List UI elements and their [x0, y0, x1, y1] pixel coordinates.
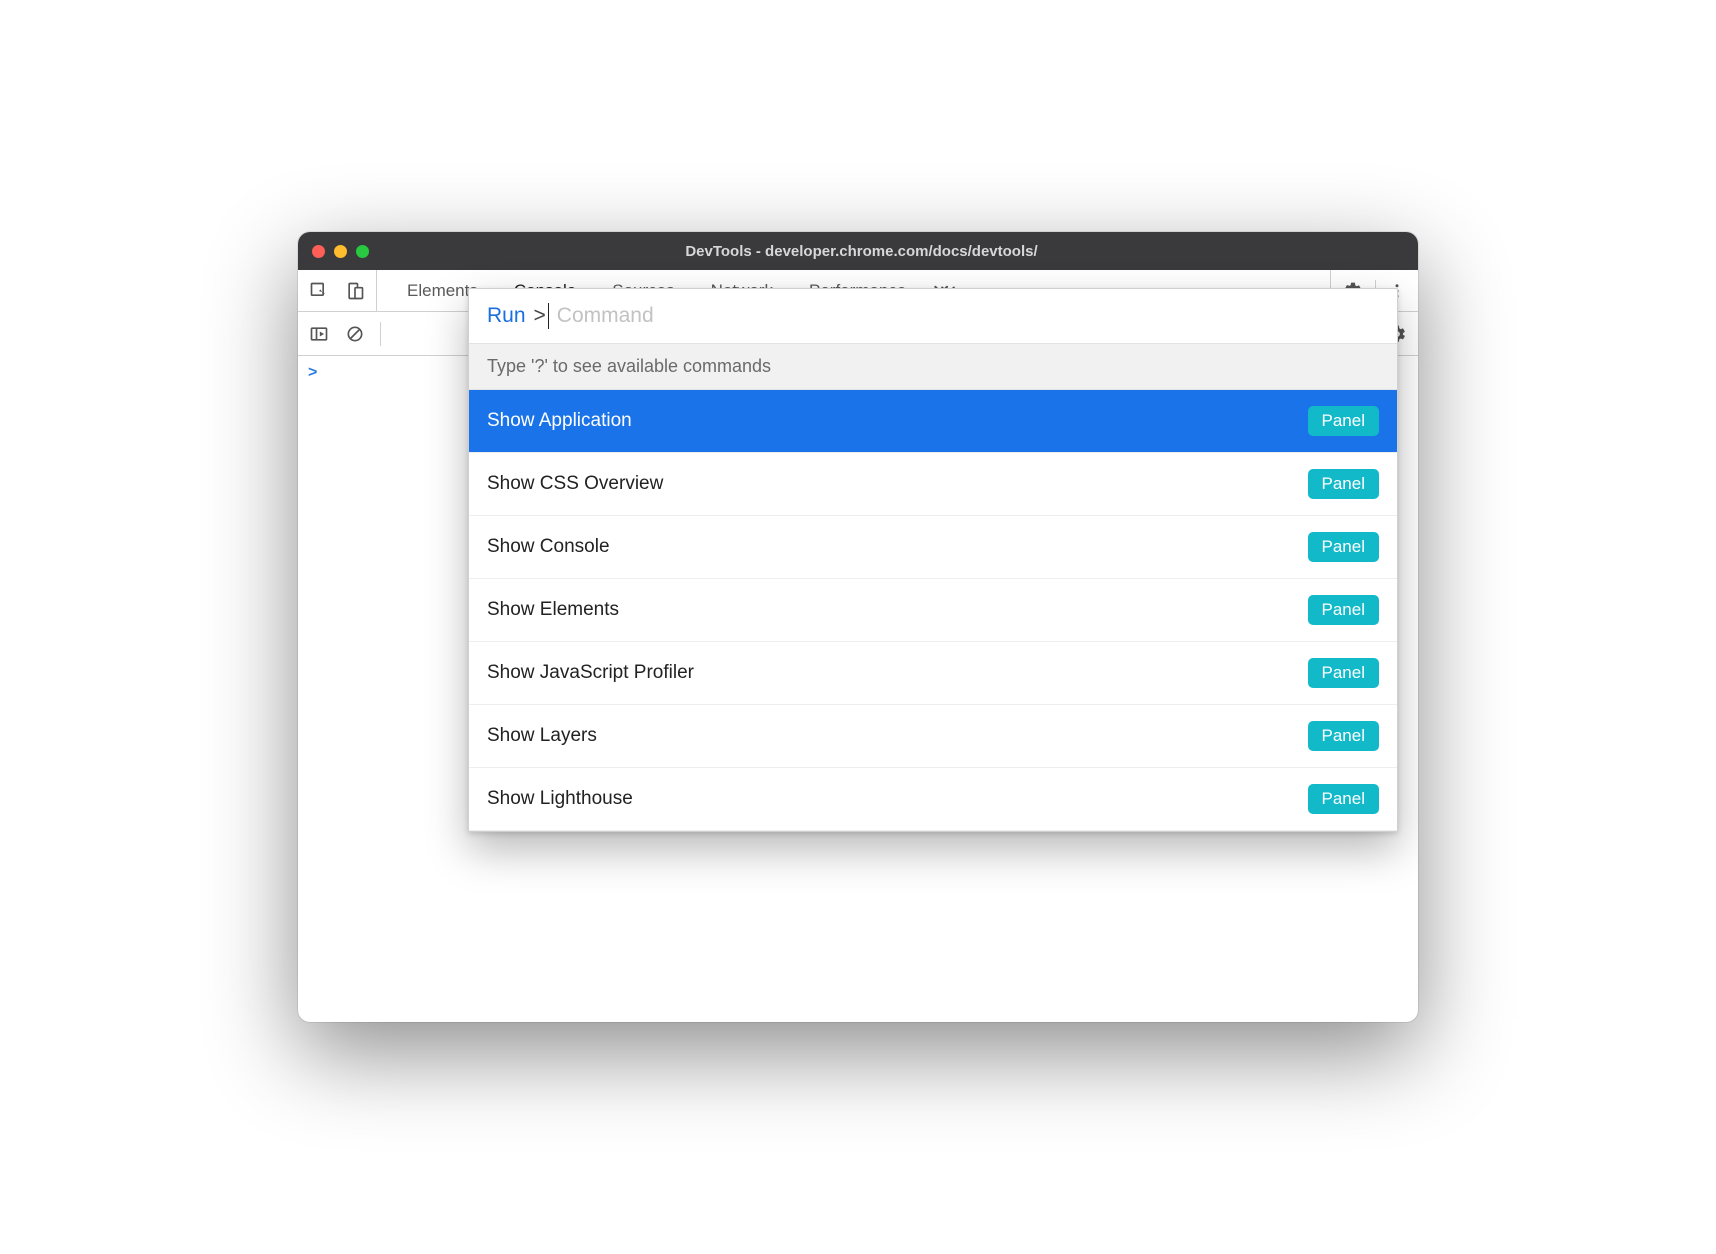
command-result-label: Show Console: [487, 536, 610, 558]
command-hint: Type '?' to see available commands: [469, 343, 1397, 390]
command-result-label: Show Layers: [487, 725, 597, 747]
command-result[interactable]: Show Console Panel: [469, 516, 1397, 579]
device-toolbar-icon[interactable]: [344, 280, 366, 302]
text-cursor: [548, 303, 549, 329]
run-prefix-symbol: >: [534, 304, 546, 328]
panel-badge: Panel: [1308, 595, 1379, 625]
command-result[interactable]: Show Layers Panel: [469, 705, 1397, 768]
console-prompt-caret: >: [308, 364, 317, 381]
panel-badge: Panel: [1308, 658, 1379, 688]
command-input-row: Run >: [469, 289, 1397, 343]
command-results: Show Application Panel Show CSS Overview…: [469, 390, 1397, 831]
command-result-label: Show Elements: [487, 599, 619, 621]
command-result-label: Show Application: [487, 410, 632, 432]
separator: [380, 322, 381, 346]
command-palette: Run > Type '?' to see available commands…: [468, 288, 1398, 832]
command-result[interactable]: Show Elements Panel: [469, 579, 1397, 642]
panel-badge: Panel: [1308, 532, 1379, 562]
command-result[interactable]: Show Lighthouse Panel: [469, 768, 1397, 831]
panel-badge: Panel: [1308, 406, 1379, 436]
command-result[interactable]: Show CSS Overview Panel: [469, 453, 1397, 516]
command-input[interactable]: [557, 304, 1379, 328]
devtools-window: DevTools - developer.chrome.com/docs/dev…: [298, 232, 1418, 1022]
inspect-element-icon[interactable]: [308, 280, 330, 302]
command-result-label: Show Lighthouse: [487, 788, 633, 810]
sidebar-toggle-icon[interactable]: [308, 323, 330, 345]
titlebar: DevTools - developer.chrome.com/docs/dev…: [298, 232, 1418, 270]
command-result-label: Show JavaScript Profiler: [487, 662, 694, 684]
panel-badge: Panel: [1308, 784, 1379, 814]
command-result[interactable]: Show Application Panel: [469, 390, 1397, 453]
panel-badge: Panel: [1308, 721, 1379, 751]
run-prefix-label: Run: [487, 304, 526, 328]
window-title: DevTools - developer.chrome.com/docs/dev…: [319, 243, 1404, 260]
command-result[interactable]: Show JavaScript Profiler Panel: [469, 642, 1397, 705]
panel-badge: Panel: [1308, 469, 1379, 499]
command-result-label: Show CSS Overview: [487, 473, 663, 495]
clear-console-icon[interactable]: [344, 323, 366, 345]
